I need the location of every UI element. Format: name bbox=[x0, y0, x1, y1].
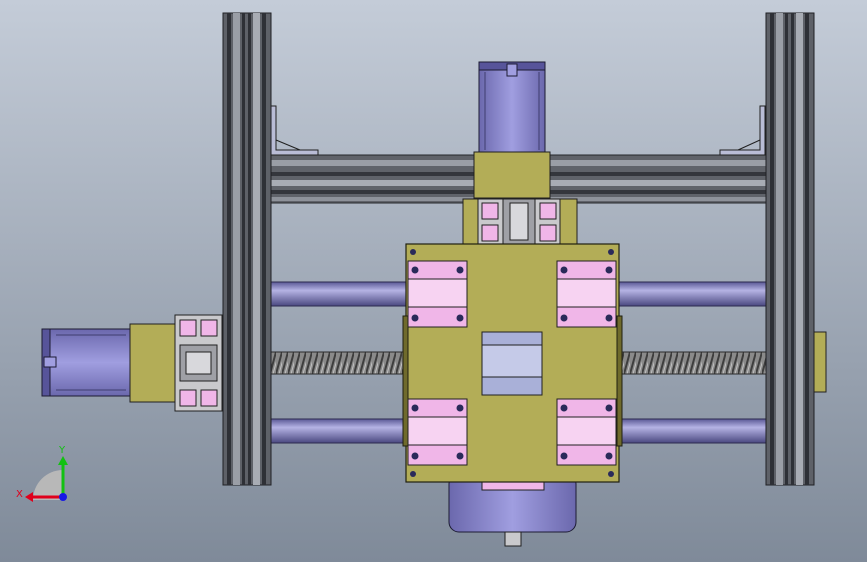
bearing-block-top-right bbox=[556, 260, 617, 328]
x-axis-label: X bbox=[16, 489, 23, 500]
z-axis-dot bbox=[59, 493, 67, 501]
bearing-block-bottom-left bbox=[407, 398, 468, 466]
left-frame-rail bbox=[222, 12, 272, 486]
cad-drawing: X Y bbox=[0, 0, 867, 562]
bearing-block-top-left bbox=[407, 260, 468, 328]
y-axis-motor-mount bbox=[473, 151, 551, 199]
right-frame-rail bbox=[765, 12, 815, 486]
right-end-support bbox=[813, 331, 827, 393]
x-axis-motor-mount bbox=[129, 323, 176, 403]
x-axis-aluminum-profile bbox=[174, 314, 223, 412]
y-axis-label: Y bbox=[58, 445, 66, 456]
y-axis-coupling-block bbox=[462, 198, 578, 245]
x-axis-motor bbox=[41, 328, 131, 397]
bearing-block-bottom-right bbox=[556, 398, 617, 466]
cad-viewport[interactable]: X Y bbox=[0, 0, 867, 562]
y-axis-motor bbox=[478, 61, 546, 153]
lead-screw-nut bbox=[481, 331, 543, 396]
